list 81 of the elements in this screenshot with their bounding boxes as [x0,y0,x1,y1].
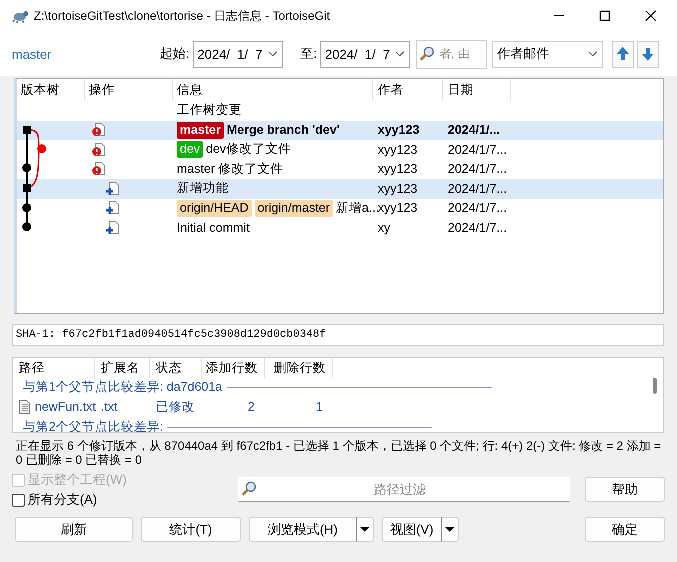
branch-link[interactable]: master [12,46,160,62]
from-label: 起始: [160,45,190,63]
date-text: 2024/1/7... [448,162,508,176]
filter-dropdown[interactable]: 作者邮件 [492,40,604,68]
column-header[interactable]: 扩展名 [95,358,150,378]
column-header[interactable]: 操作 [85,79,173,101]
up-arrow-button[interactable] [612,40,634,68]
caret-icon [360,527,370,532]
table-cell-text: 已修改 [155,398,196,416]
column-header[interactable]: 删除行数 [265,358,333,378]
date-picker[interactable]: 2024/ 1/ 7 [192,40,283,68]
add-page-icon [105,182,120,196]
add-page-icon [105,220,120,235]
checkbox[interactable] [12,494,25,506]
column-header[interactable]: 状态 [150,358,202,378]
search-field[interactable]: 者, 由 [416,40,488,68]
caret-icon [445,527,455,532]
chevron-icon [268,51,278,57]
date-text: 2024/1/... [448,123,500,138]
action-button[interactable]: 统计(T) [141,517,241,542]
conflict-page-icon [91,123,106,138]
file-name[interactable]: newFun.txt [35,400,96,414]
path-filter-field[interactable]: 路径过滤 [238,477,570,502]
commit-message[interactable]: dev修改了文件 [206,141,292,158]
chevron-icon [588,51,598,57]
checkbox-label[interactable]: 所有分支(A) [28,491,98,509]
author-text: xy [378,220,390,235]
group-header: 与第1个父节点比较差异: da7d601a [23,378,223,396]
author-text: xyy123 [378,162,418,176]
status-text: 正在显示 6 个修订版本，从 870440a4 到 f67c2fb1 - 已选择 1 个版本，已选择 0 个文件; 行: 4(+) 2(-) 文件: 修改 = 2 添加 = 0 已删除 = 0 已替换 = 0 [16,439,662,467]
help-button[interactable]: 帮助 [585,477,665,502]
add-page-icon [105,201,120,216]
date-text: 2024/1/7... [448,201,508,216]
branch-tag: dev [177,141,204,158]
down-arrow-icon [641,46,656,62]
commit-message[interactable]: Initial commit [177,220,250,235]
author-text: xyy123 [378,182,418,196]
dropdown-button[interactable] [442,517,459,542]
column-header[interactable]: 信息 [173,79,373,101]
branch-tag: origin/HEAD [177,200,252,217]
date-picker[interactable]: 2024/ 1/ 7 [320,40,410,68]
to-label: 至: [300,45,318,63]
commit-message[interactable]: 新增a... [336,200,380,217]
commit-message[interactable]: Merge branch 'dev' [227,123,340,138]
sha-field[interactable]: SHA-1: f67c2fb1f1ad0940514fc5c3908d129d0cb0348f [12,324,664,346]
date-text: 2024/1/7... [448,142,508,157]
author-text: xyy123 [378,123,420,138]
log-row-highlight[interactable]: 新增功能 xyy123 2024/1/7... [17,179,663,198]
close-icon[interactable] [645,10,657,22]
author-text: xyy123 [378,142,418,157]
split-button[interactable]: 视图(V) [382,517,442,542]
date-text: 2024/1/7... [448,220,508,235]
column-header[interactable]: 日期 [443,79,511,101]
table-cell-text: .txt [100,400,119,414]
scrollbar-thumb[interactable] [653,378,657,394]
column-header[interactable]: 版本树 [17,79,85,101]
up-arrow-icon [616,46,630,62]
column-header[interactable]: 添加行数 [202,358,265,378]
date-text: 2024/1/7... [448,182,508,196]
conflict-page-icon [91,142,106,157]
split-button[interactable]: 浏览模式(H) [249,517,357,542]
branch-tag: origin/master [254,200,334,217]
column-header[interactable]: 路径 [13,358,95,378]
chevron-icon [395,51,406,57]
commit-message[interactable]: master 修改了文件 [177,160,284,178]
document-icon [19,400,31,414]
commit-message[interactable]: 工作树变更 [177,102,242,120]
author-text: xyy123 [378,201,418,216]
ok-button[interactable]: 确定 [585,517,665,542]
log-row-highlight[interactable]: master Merge branch 'dev' xyy123 2024/1/... [17,120,663,140]
column-header[interactable]: 作者 [373,79,443,101]
branch-tag: master [177,122,224,139]
table-cell-text: 1 [315,400,324,414]
down-arrow-button[interactable] [637,40,660,68]
dropdown-button[interactable] [357,517,374,542]
window-title: Z:\tortoiseGitTest\clone\tortorise - 日志信息 - TortoiseGit [34,8,332,24]
commit-message[interactable]: 新增功能 [177,180,229,198]
action-button[interactable]: 刷新 [15,517,133,542]
maximize-icon[interactable] [599,10,611,22]
conflict-page-icon [91,162,106,176]
table-cell-text: 2 [247,400,256,414]
